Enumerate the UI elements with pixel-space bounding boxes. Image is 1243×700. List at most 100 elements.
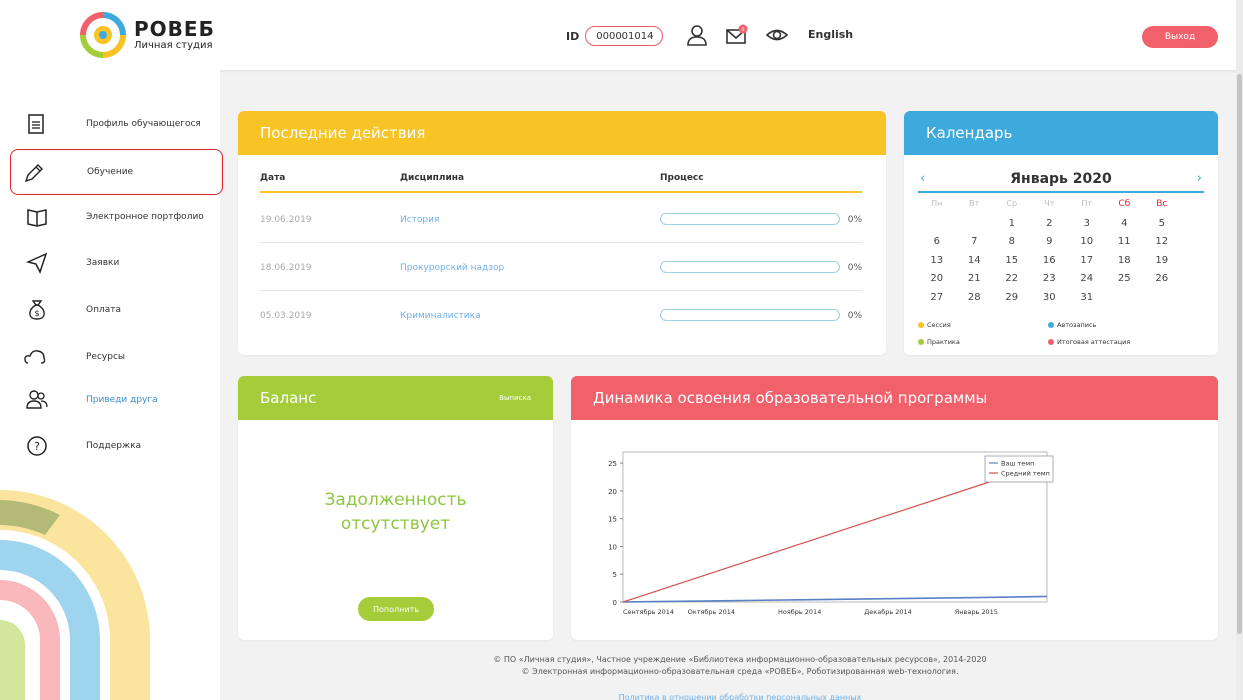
logo-title: РОВЕБ [134, 17, 215, 41]
legend-dot [918, 339, 924, 345]
calendar-day[interactable]: 8 [993, 236, 1031, 255]
calendar-day[interactable]: 17 [1068, 255, 1106, 274]
sidebar-item-profile[interactable]: Профиль обучающегося [10, 101, 223, 147]
sidebar-item-label: Профиль обучающегося [86, 119, 201, 129]
calendar-next-button[interactable]: › [1197, 171, 1202, 186]
header: РОВЕБ Личная студия ID 000001014 ⌄ 0 Eng… [0, 0, 1243, 70]
table-row: 05.03.2019 Криминалистика 0% [260, 291, 862, 339]
dynamics-chart: 0 5 10 15 20 25 Сентябрь 2014 Октябрь 2014 Ноябр… [595, 442, 1105, 620]
calendar-day[interactable]: 21 [956, 273, 994, 292]
balance-message: Задолженность отсутствует [238, 488, 553, 536]
sidebar-item-portfolio[interactable]: Электронное портфолио [10, 194, 223, 240]
calendar-day[interactable]: 6 [918, 236, 956, 255]
x-tick-label: Сентябрь 2014 [623, 608, 674, 616]
logo-subtitle: Личная студия [134, 40, 213, 51]
logout-button[interactable]: Выход [1142, 26, 1218, 48]
legend-label: Итоговая аттестация [1057, 338, 1131, 346]
calendar-day[interactable]: 20 [918, 273, 956, 292]
language-switch[interactable]: English [808, 28, 853, 41]
calendar-day[interactable]: 14 [956, 255, 994, 274]
table-row: 18.06.2019 Прокурорский надзор 0% [260, 243, 862, 291]
calendar-grid: Пн Вт Ср Чт Пт Сб Вс 1 2 3 4 5 6 7 8 9 10 11 12 13 14 15 16 17 1… [918, 199, 1214, 310]
x-tick-label: Январь 2015 [955, 608, 998, 616]
calendar-day[interactable]: 23 [1031, 273, 1069, 292]
logo[interactable]: РОВЕБ Личная студия [80, 12, 215, 58]
calendar-day[interactable]: 2 [1031, 218, 1069, 237]
recent-activity-card: Последние действия Дата Дисциплина Проце… [238, 111, 886, 355]
footer-copyright-1: © ПО «Личная студия», Частное учреждение… [493, 655, 987, 664]
sidebar-item-requests[interactable]: Заявки [10, 240, 223, 286]
calendar-day[interactable]: 29 [993, 292, 1031, 311]
x-tick-label: Декабрь 2014 [864, 608, 912, 616]
money-bag-icon: $ [29, 300, 45, 320]
calendar-day[interactable]: 1 [993, 218, 1031, 237]
calendar-day[interactable]: 25 [1106, 273, 1144, 292]
calendar-day[interactable]: 12 [1143, 236, 1181, 255]
calendar-day[interactable]: 19 [1143, 255, 1181, 274]
sidebar-item-payment[interactable]: $ Оплата [10, 287, 223, 333]
calendar-day[interactable]: 16 [1031, 255, 1069, 274]
progress-bar [660, 261, 840, 273]
legend-label: Средний темп [1001, 470, 1050, 478]
calendar-day[interactable]: 15 [993, 255, 1031, 274]
progress-bar [660, 309, 840, 321]
scrollbar-thumb[interactable] [1237, 74, 1242, 634]
footer-copyright-2: © Электронная информационно-образователь… [521, 667, 959, 676]
id-label: ID [566, 29, 580, 43]
sidebar-item-refer-friend[interactable]: Приведи друга [10, 377, 223, 423]
calendar-day[interactable]: 28 [956, 292, 994, 311]
mail-badge: 0 [741, 27, 744, 33]
calendar-week: 6 7 8 9 10 11 12 [918, 236, 1214, 255]
sidebar-item-support[interactable]: ? Поддержка [10, 423, 223, 469]
sidebar-item-label: Электронное портфолио [86, 212, 204, 222]
calendar-nav: ‹ Январь 2020 › [918, 169, 1204, 193]
user-icon[interactable] [686, 24, 708, 46]
calendar-day[interactable]: 27 [918, 292, 956, 311]
legend-label: Ваш темп [1001, 460, 1034, 468]
calendar-day[interactable]: 18 [1106, 255, 1144, 274]
calendar-day[interactable]: 31 [1068, 292, 1106, 311]
column-header-process: Процесс [660, 173, 704, 183]
legend-label: Автозапись [1057, 321, 1097, 329]
calendar-day[interactable]: 26 [1143, 273, 1181, 292]
calendar-day[interactable]: 9 [1031, 236, 1069, 255]
legend-label: Практика [927, 338, 960, 346]
calendar-day[interactable]: 10 [1068, 236, 1106, 255]
svg-text:$: $ [34, 309, 39, 318]
calendar-day [918, 218, 956, 237]
calendar-day[interactable]: 5 [1143, 218, 1181, 237]
calendar-day[interactable]: 30 [1031, 292, 1069, 311]
row-discipline-link[interactable]: История [400, 215, 439, 225]
document-icon [28, 114, 44, 134]
row-discipline-link[interactable]: Прокурорский надзор [400, 263, 504, 273]
row-discipline-link[interactable]: Криминалистика [400, 311, 481, 321]
sidebar-item-learning[interactable]: Обучение [10, 149, 223, 195]
activity-table-header: Дата Дисциплина Процесс [260, 173, 862, 193]
legend-item: Сессия [918, 321, 951, 329]
calendar-day[interactable]: 24 [1068, 273, 1106, 292]
dynamics-chart-svg: 0 5 10 15 20 25 Сентябрь 2014 Октябрь 2014 Ноябр… [608, 451, 1054, 616]
calendar-day[interactable]: 7 [956, 236, 994, 255]
statement-link[interactable]: Выписка [499, 394, 531, 402]
mail-icon[interactable]: 0 [726, 24, 748, 46]
calendar-day[interactable]: 11 [1106, 236, 1144, 255]
table-row: 19.06.2019 История 0% [260, 195, 862, 243]
cloud-icon [24, 350, 46, 364]
topup-button[interactable]: Пополнить [358, 597, 434, 621]
calendar-day[interactable]: 4 [1106, 218, 1144, 237]
calendar-title: Календарь [904, 111, 1218, 155]
calendar-day[interactable]: 13 [918, 255, 956, 274]
privacy-policy-link[interactable]: Политика в отношении обработки персональ… [400, 692, 1080, 700]
y-tick-label: 5 [613, 571, 617, 579]
recent-activity-title: Последние действия [238, 111, 886, 155]
calendar-day[interactable]: 3 [1068, 218, 1106, 237]
calendar-day-name: Вт [969, 199, 980, 208]
dynamics-title: Динамика освоения образовательной програ… [571, 376, 1218, 420]
column-header-date: Дата [260, 173, 286, 183]
legend-label: Сессия [927, 321, 951, 329]
calendar-day[interactable]: 22 [993, 273, 1031, 292]
sidebar-item-resources[interactable]: Ресурсы [10, 334, 223, 380]
id-select[interactable]: 000001014 ⌄ [585, 26, 664, 46]
calendar-day-name: Ср [1006, 199, 1018, 208]
eye-icon[interactable] [766, 24, 788, 46]
